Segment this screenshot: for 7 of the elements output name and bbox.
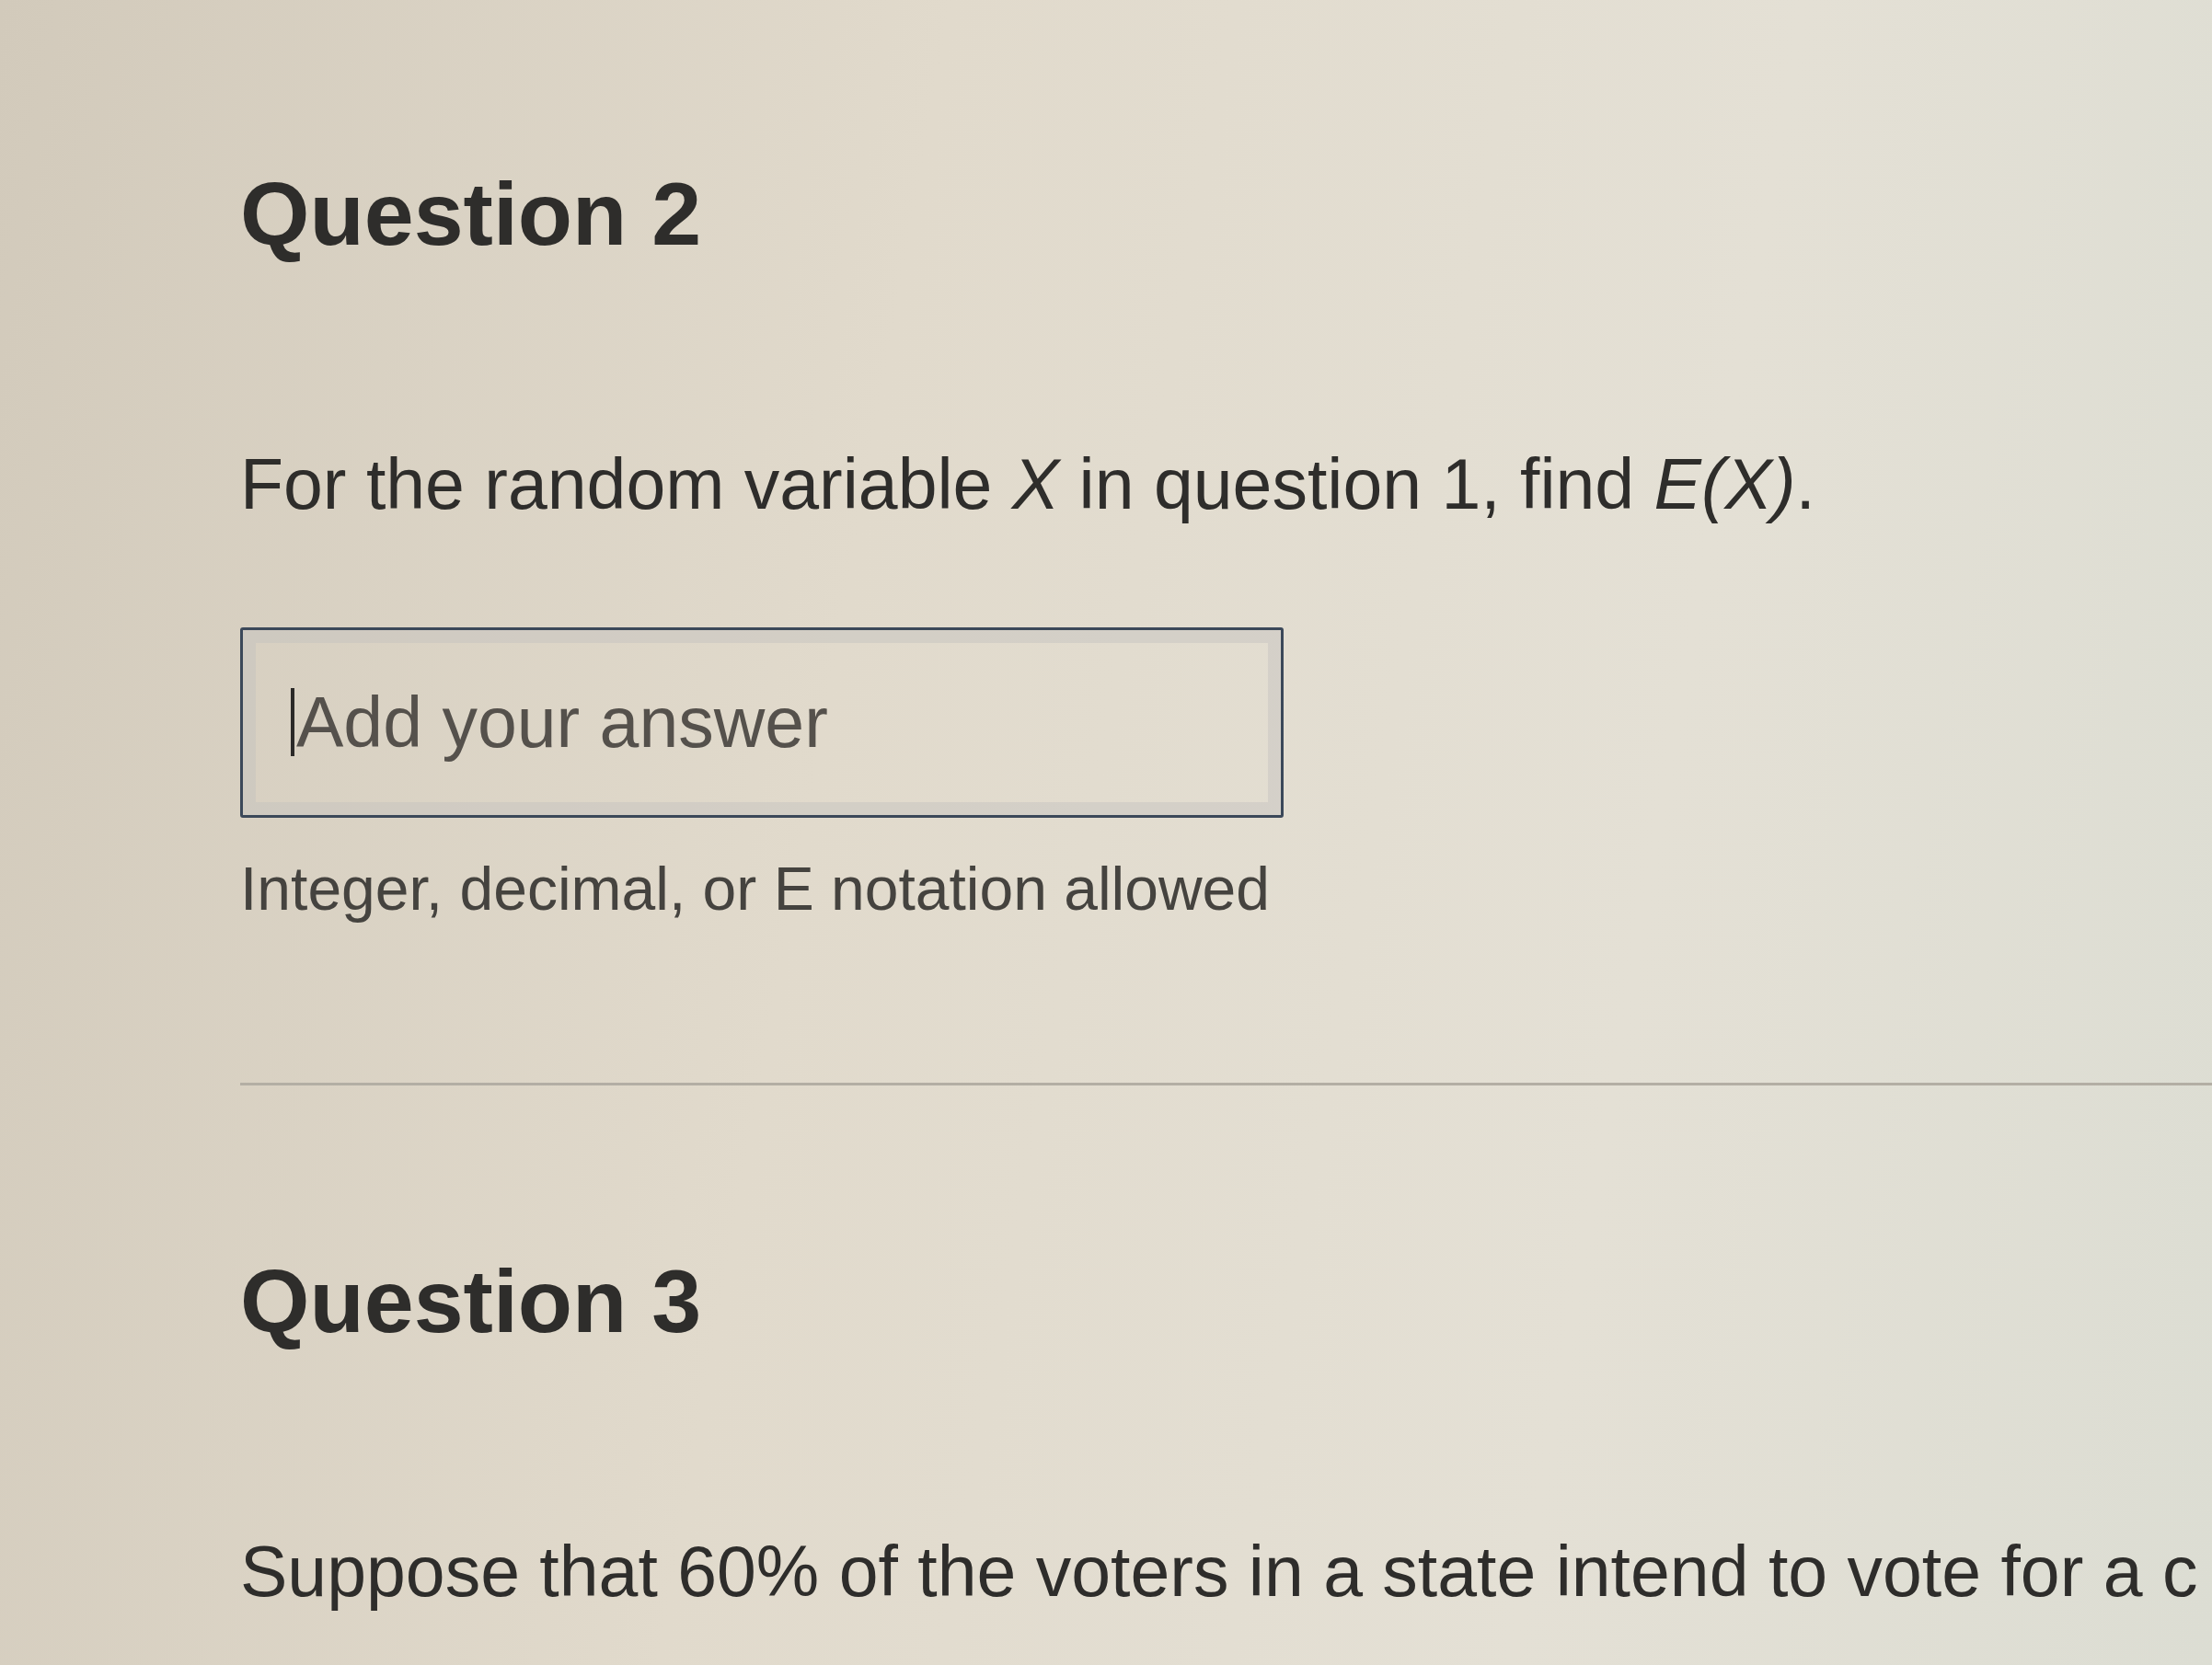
question-text: Suppose that 60% of the voters in a state intend to vote for a c [240, 1531, 2198, 1613]
answer-field[interactable]: Add your answer [240, 627, 1284, 818]
question-heading: Question 2 [240, 163, 702, 266]
question-heading: Question 3 [240, 1250, 702, 1353]
text-cursor-icon [291, 688, 294, 756]
question-text: For the random variable X in question 1, find E(X). [240, 443, 1815, 525]
input-hint: Integer, decimal, or E notation allowed [240, 854, 1270, 924]
